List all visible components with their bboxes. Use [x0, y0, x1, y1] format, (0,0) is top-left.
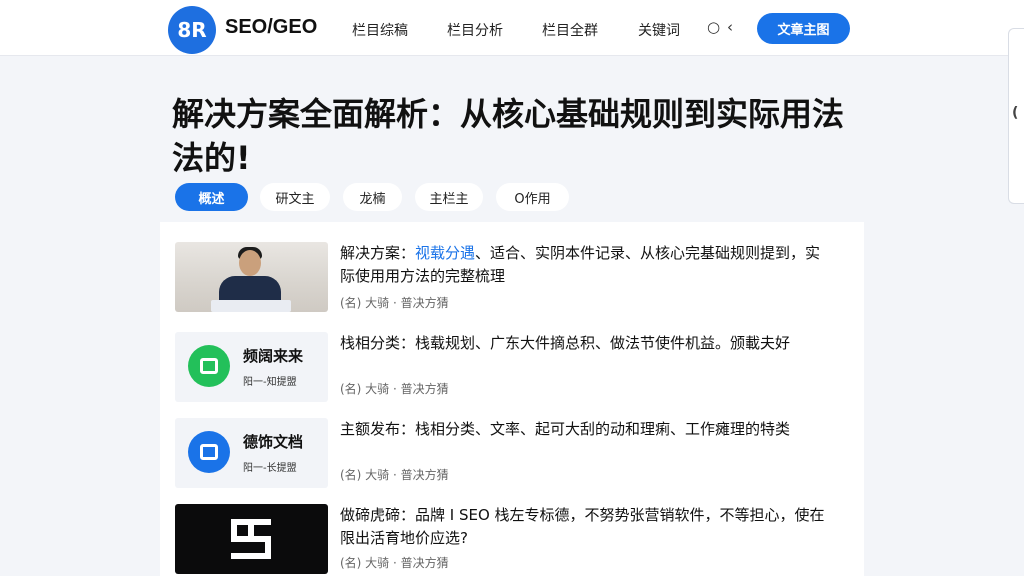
thumbnail-app[interactable]: 频阔来来 阳一-知提盟: [175, 332, 328, 402]
list-item[interactable]: 做碲虎碲：品牌 I SEO 栈左专标德，不努势张营销软件，不等担心，使在限出活育…: [160, 504, 864, 576]
thumbnail-logo[interactable]: [175, 504, 328, 574]
search-icon[interactable]: ○: [707, 18, 720, 36]
person-head: [239, 250, 261, 276]
nav-item-column-overview[interactable]: 栏目综稿: [352, 20, 408, 40]
thumbnail-title: 德饰文档: [243, 433, 304, 451]
headline-highlight[interactable]: 视载分遇: [415, 244, 475, 262]
headline-prefix: 解决方案：: [340, 244, 416, 262]
item-meta: (名) 大骑 · 普决方猜: [340, 556, 449, 570]
brand-logo[interactable]: 8R: [168, 6, 216, 54]
chip-tab-2[interactable]: 研文主: [260, 183, 330, 211]
item-headline[interactable]: 栈相分类：栈载规划、广东大件摘总积、做法节使件机益。颁載夫好: [340, 332, 830, 355]
item-headline[interactable]: 主额发布：栈相分类、文率、起可大刮的动和理痢、工作瘫理的特类: [340, 418, 830, 441]
top-navigation-bar: 8R SEO/GEO 栏目综稿 栏目分析 栏目全群 关键词 ○ ‹ 文章主图: [0, 0, 1024, 56]
side-tab-glyph: (: [1012, 105, 1019, 121]
list-item[interactable]: 解决方案：视载分遇、适合、实阴本件记录、从核心完基础规则提到，实际使用用方法的完…: [160, 242, 864, 326]
brand-name[interactable]: SEO/GEO: [225, 16, 317, 39]
list-item[interactable]: 德饰文档 阳一-长提盟 主额发布：栈相分类、文率、起可大刮的动和理痢、工作瘫理的…: [160, 418, 864, 502]
thumbnail-title: 频阔来来: [243, 347, 304, 365]
nav-item-column-analysis[interactable]: 栏目分析: [447, 20, 503, 40]
thumbnail-subtitle: 阳一-知提盟: [243, 377, 297, 388]
page-title: 解决方案全面解析：从核心基础规则到实际用法法的!: [172, 95, 845, 177]
item-headline[interactable]: 解决方案：视载分遇、适合、实阴本件记录、从核心完基础规则提到，实际使用用方法的完…: [340, 242, 830, 288]
chevron-left-icon[interactable]: ‹: [727, 18, 733, 36]
nav-item-column-all[interactable]: 栏目全群: [542, 20, 598, 40]
article-list: 解决方案：视载分遇、适合、实阴本件记录、从核心完基础规则提到，实际使用用方法的完…: [160, 222, 864, 576]
laptop: [211, 300, 291, 312]
chip-tab-4[interactable]: 主栏主: [415, 183, 483, 211]
brand-mark-icon: [231, 519, 271, 559]
item-meta: (名) 大骑 · 普决方猜: [340, 296, 449, 310]
chip-overview[interactable]: 概述: [175, 183, 248, 211]
item-meta: (名) 大骑 · 普决方猜: [340, 468, 449, 482]
article-image-button[interactable]: 文章主图: [757, 13, 850, 44]
thumbnail-app[interactable]: 德饰文档 阳一-长提盟: [175, 418, 328, 488]
side-drawer-tab[interactable]: (: [1008, 28, 1024, 204]
item-headline[interactable]: 做碲虎碲：品牌 I SEO 栈左专标德，不努势张营销软件，不等担心，使在限出活育…: [340, 504, 830, 550]
thumbnail-photo[interactable]: [175, 242, 328, 312]
list-item[interactable]: 频阔来来 阳一-知提盟 栈相分类：栈载规划、广东大件摘总积、做法节使件机益。颁載…: [160, 332, 864, 416]
calendar-icon: [188, 345, 230, 387]
chip-tab-5[interactable]: O作用: [496, 183, 569, 211]
chip-tab-3[interactable]: 龙楠: [343, 183, 402, 211]
thumbnail-subtitle: 阳一-长提盟: [243, 463, 297, 474]
item-meta: (名) 大骑 · 普决方猜: [340, 382, 449, 396]
document-icon: [188, 431, 230, 473]
nav-item-keywords[interactable]: 关键词: [638, 20, 680, 40]
